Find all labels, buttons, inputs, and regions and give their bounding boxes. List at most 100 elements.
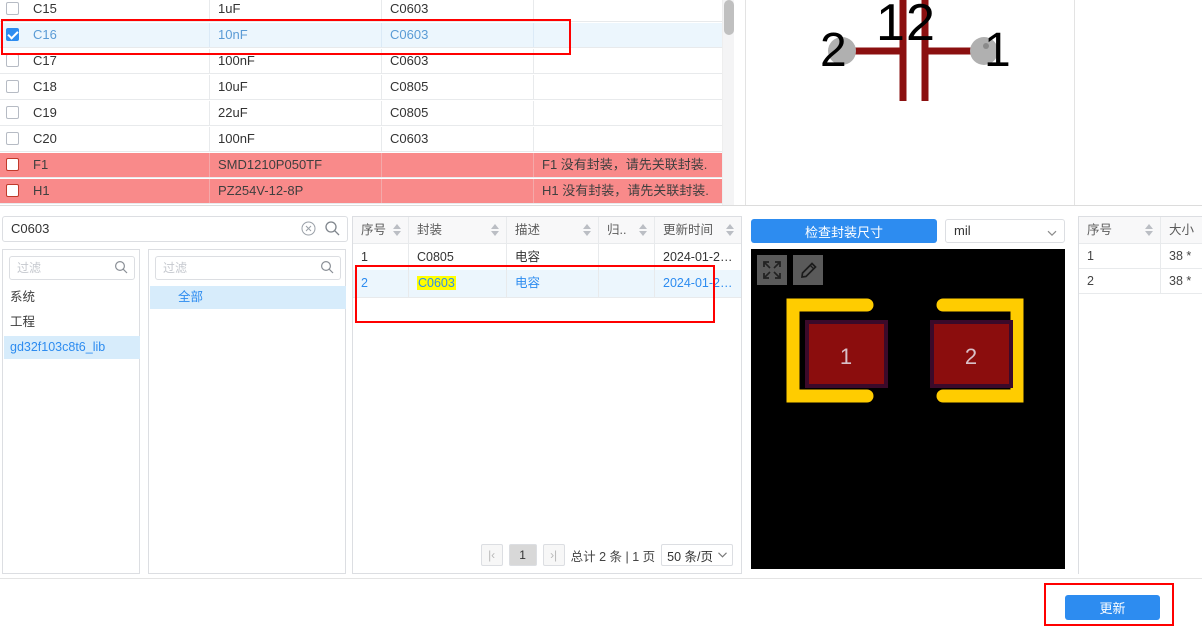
search-icon[interactable]	[324, 220, 341, 237]
size-header-index[interactable]: 序号	[1079, 217, 1161, 243]
table-row[interactable]: 1 C0805 电容 2024-01-2…	[353, 244, 741, 272]
library-subcategory-item-all[interactable]: 全部	[150, 286, 346, 309]
row-checkbox-cell[interactable]	[0, 23, 25, 47]
pagination-last-button[interactable]: ›|	[542, 544, 565, 566]
library-search-input[interactable]: C0603	[2, 216, 348, 242]
cell-value: SMD1210P050TF	[210, 153, 382, 177]
cell-designator: C17	[25, 49, 210, 73]
sort-arrows-icon[interactable]	[583, 224, 592, 237]
cell-footprint: C0603	[409, 270, 507, 297]
table-row[interactable]: C16 10nF C0603	[0, 23, 740, 48]
footprint-table-pagination[interactable]: |‹ 1 ›| 总计 2 条 | 1 页 50 条/页	[353, 543, 741, 569]
footprint-header-updated[interactable]: 更新时间	[655, 217, 741, 243]
search-icon[interactable]	[114, 260, 129, 278]
cell-message: H1 没有封装，请先关联封装.	[542, 183, 709, 198]
cell-designator: C19	[25, 101, 210, 125]
check-footprint-size-button[interactable]: 检查封装尺寸	[751, 219, 937, 243]
row-checkbox-cell[interactable]	[0, 75, 25, 99]
row-checkbox[interactable]	[6, 132, 19, 145]
cell-owner	[599, 270, 655, 297]
cell-index: 1	[1079, 244, 1161, 268]
pcb-footprint-preview-panel[interactable]: 检查封装尺寸 mil 1 2	[748, 216, 1072, 574]
unit-select[interactable]: mil	[945, 219, 1065, 243]
chevron-down-icon	[1047, 225, 1057, 240]
cell-footprint: C0805	[382, 75, 534, 99]
cell-index: 1	[353, 244, 409, 271]
footprint-table-header: 序号 封装 描述 归.. 更新时间	[353, 217, 741, 244]
row-checkbox[interactable]	[6, 28, 19, 41]
pagination-first-button[interactable]: |‹	[480, 544, 503, 566]
sort-arrows-icon[interactable]	[639, 224, 648, 237]
table-row[interactable]: C17 100nF C0603	[0, 49, 740, 74]
row-checkbox[interactable]	[6, 158, 19, 171]
row-checkbox[interactable]	[6, 80, 19, 93]
sort-arrows-icon[interactable]	[393, 224, 402, 237]
category-filter-input[interactable]: 过滤	[9, 256, 135, 280]
library-category-item-system[interactable]: 系统	[4, 286, 140, 309]
cell-designator: C16	[25, 23, 210, 47]
svg-text:1: 1	[840, 344, 852, 369]
pagination-total-text: 总计 2 条 | 1 页	[570, 549, 656, 564]
cell-designator: C20	[25, 127, 210, 151]
footprint-table-panel[interactable]: 序号 封装 描述 归.. 更新时间 1 C0805 电容 2024-01-2…	[352, 216, 742, 574]
sort-arrows-icon[interactable]	[1145, 224, 1154, 237]
chevron-down-icon	[718, 552, 727, 558]
schematic-symbol-preview[interactable]: 2 1 1 2	[745, 0, 1075, 205]
header-label: 更新时间	[663, 223, 714, 237]
cell-footprint: C0603	[382, 0, 534, 21]
library-category-item-gd32-lib[interactable]: gd32f103c8t6_lib	[4, 336, 140, 359]
size-header-size[interactable]: 大小	[1161, 217, 1202, 243]
row-checkbox-cell[interactable]	[0, 0, 25, 21]
library-category-panel[interactable]: 过滤 系统 工程 gd32f103c8t6_lib	[2, 249, 140, 574]
sort-arrows-icon[interactable]	[491, 224, 500, 237]
footprint-header-owner[interactable]: 归..	[599, 217, 655, 243]
table-row[interactable]: 1 38 *	[1079, 244, 1202, 269]
footprint-header-footprint[interactable]: 封装	[409, 217, 507, 243]
table-row[interactable]: C19 22uF C0805	[0, 101, 740, 126]
update-button[interactable]: 更新	[1065, 595, 1160, 620]
table-row[interactable]: H1 PZ254V-12-8P H1 没有封装，请先关联封装.	[0, 179, 740, 204]
library-search-icons	[300, 220, 341, 237]
library-category-label: 系统	[10, 290, 36, 304]
row-checkbox-cell[interactable]	[0, 153, 25, 177]
cell-designator: C18	[25, 75, 210, 99]
footprint-header-index[interactable]: 序号	[353, 217, 409, 243]
table-row[interactable]: 2 C0603 电容 2024-01-2…	[353, 270, 741, 298]
row-checkbox[interactable]	[6, 2, 19, 15]
row-checkbox[interactable]	[6, 184, 19, 197]
bom-table[interactable]: C15 1uF C0603 C16 10nF C0603 C17 100nF C…	[0, 0, 740, 205]
library-category-item-project[interactable]: 工程	[4, 311, 140, 334]
library-subcategory-panel[interactable]: 过滤 全部	[148, 249, 346, 574]
row-checkbox[interactable]	[6, 106, 19, 119]
pad-size-table-panel[interactable]: 序号 大小 1 38 * 2 38 *	[1078, 216, 1202, 574]
preview-right-gutter	[1076, 0, 1202, 205]
table-row[interactable]: C15 1uF C0603	[0, 0, 740, 22]
row-checkbox-cell[interactable]	[0, 49, 25, 73]
table-row[interactable]: 2 38 *	[1079, 269, 1202, 294]
row-checkbox-cell[interactable]	[0, 179, 25, 203]
pcb-preview-canvas[interactable]: 1 2	[751, 249, 1065, 569]
cell-value: 10uF	[210, 75, 382, 99]
cell-message	[534, 49, 740, 73]
row-checkbox[interactable]	[6, 54, 19, 67]
table-row[interactable]: F1 SMD1210P050TF F1 没有封装，请先关联封装.	[0, 153, 740, 178]
cell-message	[534, 101, 740, 125]
cell-footprint: C0805	[382, 101, 534, 125]
pagination-page-size-select[interactable]: 50 条/页	[661, 544, 733, 566]
cell-value: 100nF	[210, 49, 382, 73]
search-icon[interactable]	[320, 260, 335, 278]
cell-size: 38 *	[1169, 249, 1192, 263]
header-label: 归..	[607, 223, 627, 237]
header-label: 序号	[1087, 223, 1113, 237]
scrollbar-thumb[interactable]	[724, 0, 734, 35]
row-checkbox-cell[interactable]	[0, 101, 25, 125]
table-row[interactable]: C20 100nF C0603	[0, 127, 740, 152]
row-checkbox-cell[interactable]	[0, 127, 25, 151]
table-row[interactable]: C18 10uF C0805	[0, 75, 740, 100]
pagination-current-page[interactable]: 1	[508, 544, 537, 566]
subcategory-filter-input[interactable]: 过滤	[155, 256, 341, 280]
cell-value: 1uF	[210, 0, 382, 21]
footprint-header-description[interactable]: 描述	[507, 217, 599, 243]
circle-x-icon[interactable]	[300, 220, 317, 237]
sort-arrows-icon[interactable]	[726, 224, 735, 237]
